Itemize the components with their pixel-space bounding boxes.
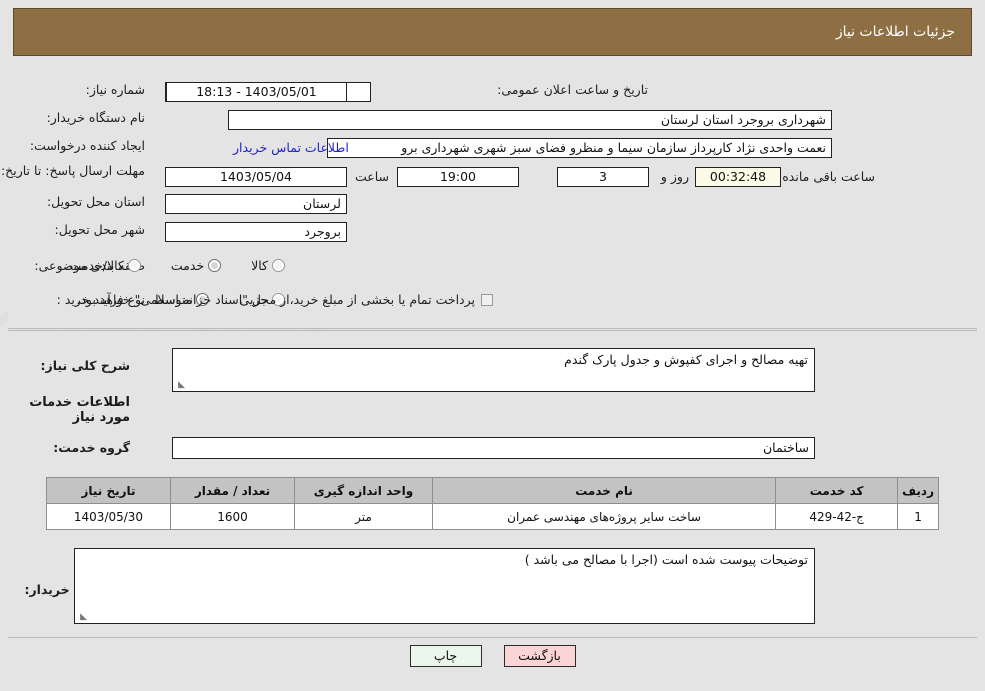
service-group-value: ساختمان bbox=[172, 437, 815, 459]
public-announce-value: 1403/05/01 - 18:13 bbox=[166, 82, 347, 102]
deadline-hour-label: ساعت bbox=[354, 169, 389, 184]
resize-grip-icon[interactable]: ◣ bbox=[175, 380, 185, 390]
th-unit: واحد اندازه گیری bbox=[294, 477, 433, 504]
cell-quantity: 1600 bbox=[170, 503, 295, 530]
payment-note-row: پرداخت تمام یا بخشی از مبلغ خرید،از محل … bbox=[76, 292, 493, 307]
deadline-date-value: 1403/05/04 bbox=[165, 167, 347, 187]
city-value: بروجرد bbox=[165, 222, 347, 242]
th-service-name: نام خدمت bbox=[431, 477, 777, 504]
buyer-contact-link[interactable]: اطلاعات تماس خریدار bbox=[233, 140, 349, 155]
payment-note-checkbox[interactable] bbox=[481, 293, 493, 306]
deadline-hour-value: 19:00 bbox=[397, 167, 519, 187]
public-announce-label: تاریخ و ساعت اعلان عمومی: bbox=[497, 82, 648, 97]
remaining-days-value: 3 bbox=[557, 167, 649, 187]
buyer-org-label: نام دستگاه خریدار: bbox=[46, 110, 145, 125]
province-label: استان محل تحویل: bbox=[46, 194, 145, 209]
cell-unit: متر bbox=[294, 503, 433, 530]
th-service-code: کد خدمت bbox=[775, 477, 899, 504]
need-summary-textarea[interactable]: تهیه مصالح و اجرای کفپوش و جدول پارک گند… bbox=[172, 348, 815, 392]
page-header-bar: جزئیات اطلاعات نیاز bbox=[13, 8, 972, 56]
cell-row-no: 1 bbox=[897, 503, 939, 530]
buyer-org-value: شهرداری بروجرد استان لرستان bbox=[228, 110, 832, 130]
services-table: ردیف کد خدمت نام خدمت واحد اندازه گیری ت… bbox=[46, 477, 939, 530]
radio-classification-2-label: کالا/خدمت bbox=[69, 258, 124, 273]
page-title: جزئیات اطلاعات نیاز bbox=[835, 24, 955, 40]
city-label: شهر محل تحویل: bbox=[54, 222, 145, 237]
summary-panel bbox=[8, 66, 977, 329]
payment-note-text: پرداخت تمام یا بخشی از مبلغ خرید،از محل … bbox=[76, 292, 475, 307]
requester-value: نعمت واحدی نژاد کارپرداز سازمان سیما و م… bbox=[327, 138, 832, 158]
radio-classification-2[interactable] bbox=[127, 259, 141, 272]
table-row: 1 ج-42-429 ساخت سایر پروژه‌های مهندسی عم… bbox=[46, 503, 939, 530]
cell-need-date: 1403/05/30 bbox=[46, 503, 171, 530]
need-summary-value: تهیه مصالح و اجرای کفپوش و جدول پارک گند… bbox=[564, 352, 808, 367]
service-group-label: گروه خدمت: bbox=[53, 440, 130, 455]
radio-classification-1[interactable] bbox=[208, 259, 222, 272]
services-section-heading: اطلاعات خدمات مورد نیاز bbox=[29, 395, 130, 425]
th-quantity: تعداد / مقدار bbox=[170, 477, 295, 504]
resize-grip-icon[interactable]: ◣ bbox=[77, 612, 87, 622]
footer-actions: بازگشت چاپ bbox=[0, 645, 985, 667]
back-button[interactable]: بازگشت bbox=[503, 645, 576, 667]
cell-service-code: ج-42-429 bbox=[775, 503, 899, 530]
need-number-label: شماره نیاز: bbox=[85, 82, 145, 97]
table-header-row: ردیف کد خدمت نام خدمت واحد اندازه گیری ت… bbox=[46, 477, 939, 504]
requester-label: ایجاد کننده درخواست: bbox=[29, 138, 145, 153]
remaining-time-countdown: 00:32:48 bbox=[695, 167, 781, 187]
cell-service-name: ساخت سایر پروژه‌های مهندسی عمران bbox=[431, 503, 777, 530]
radio-classification-1-label: خدمت bbox=[170, 258, 205, 273]
radio-classification-0[interactable] bbox=[272, 259, 285, 272]
buyer-notes-textarea[interactable]: توضیحات پیوست شده است (اجرا با مصالح می … bbox=[74, 548, 815, 624]
province-value: لرستان bbox=[165, 194, 347, 214]
buyer-notes-value: توضیحات پیوست شده است (اجرا با مصالح می … bbox=[524, 552, 808, 567]
print-button[interactable]: چاپ bbox=[409, 645, 482, 667]
radio-classification-0-label: کالا bbox=[251, 258, 268, 273]
classification-radio-group: کالا خدمت کالا/خدمت bbox=[65, 258, 285, 273]
remaining-days-label: روز و bbox=[660, 169, 689, 184]
th-need-date: تاریخ نیاز bbox=[46, 477, 171, 504]
need-summary-label: شرح کلی نیاز: bbox=[40, 358, 130, 373]
deadline-label: مهلت ارسال پاسخ: تا تاریخ: bbox=[0, 163, 145, 178]
remaining-time-label: ساعت باقی مانده bbox=[782, 169, 875, 184]
th-row-no: ردیف bbox=[897, 477, 939, 504]
